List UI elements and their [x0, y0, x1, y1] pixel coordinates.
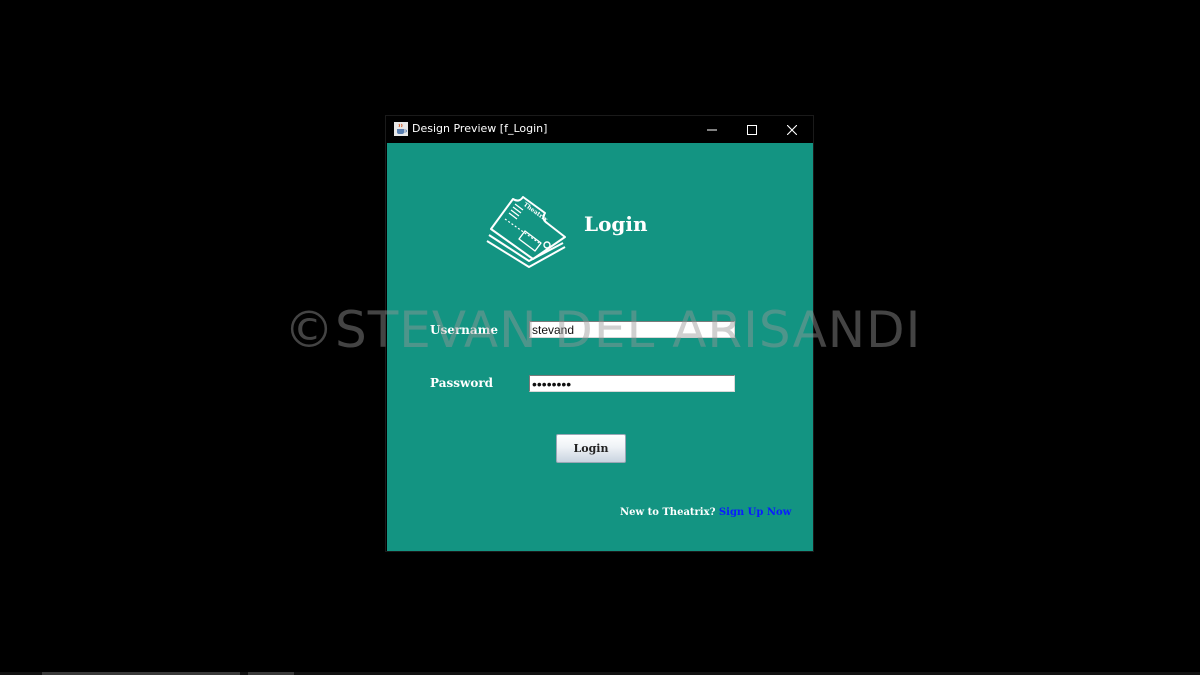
java-coffee-icon	[394, 122, 408, 136]
page-title: Login	[584, 212, 648, 236]
signup-prompt: New to Theatrix? Sign Up Now	[620, 507, 791, 518]
close-button[interactable]	[772, 116, 812, 143]
maximize-icon	[747, 124, 757, 135]
username-field[interactable]	[529, 321, 735, 338]
password-field[interactable]	[529, 375, 735, 392]
minimize-icon	[707, 129, 717, 130]
window-titlebar[interactable]: Design Preview [f_Login]	[386, 116, 813, 143]
password-label: Password	[430, 376, 494, 390]
desktop-screen: Design Preview [f_Login] Theatrix Login …	[0, 0, 1200, 675]
window-title: Design Preview [f_Login]	[412, 122, 548, 135]
close-icon	[787, 124, 797, 135]
signup-link[interactable]: Sign Up Now	[719, 507, 791, 518]
login-panel: Theatrix Login Username Password Login N…	[387, 143, 813, 551]
maximize-button[interactable]	[732, 116, 772, 143]
username-label: Username	[430, 323, 499, 337]
signup-prompt-text: New to Theatrix?	[620, 507, 716, 518]
login-button[interactable]: Login	[556, 434, 626, 463]
minimize-button[interactable]	[692, 116, 732, 143]
login-window: Design Preview [f_Login] Theatrix Login …	[386, 116, 813, 551]
ticket-icon: Theatrix	[486, 196, 566, 268]
